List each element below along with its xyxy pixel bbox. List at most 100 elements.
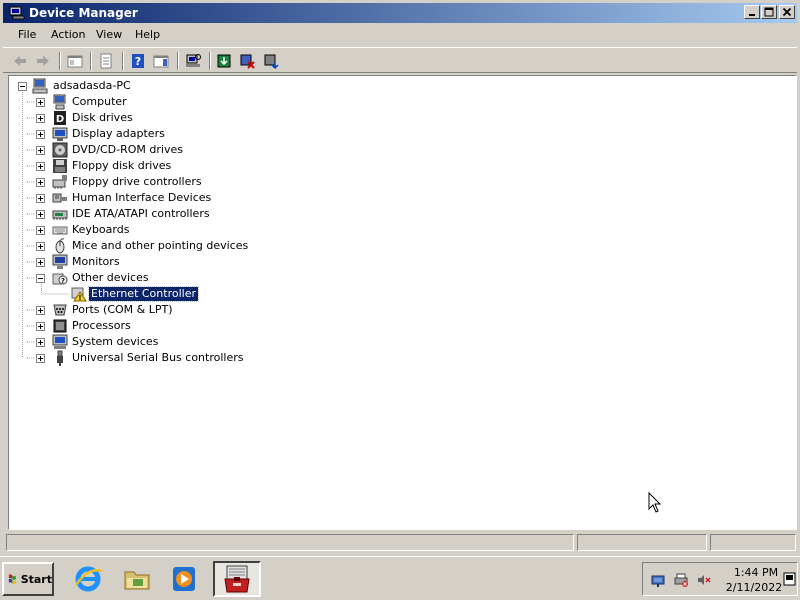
properties-button[interactable] xyxy=(96,52,116,70)
status-bar xyxy=(3,532,797,552)
windows-logo-icon xyxy=(8,574,16,585)
tree-node[interactable]: Processors xyxy=(9,318,309,334)
tree-node-label: Human Interface Devices xyxy=(72,191,212,204)
tree-node-label: Other devices xyxy=(72,271,149,284)
tree-node-label: Universal Serial Bus controllers xyxy=(72,351,244,364)
expand-icon[interactable] xyxy=(36,210,45,219)
expand-icon[interactable] xyxy=(36,98,45,107)
action-pane-button[interactable] xyxy=(151,52,171,70)
tree-node[interactable]: Floppy disk drives xyxy=(9,158,309,174)
expand-icon[interactable] xyxy=(36,114,45,123)
tree-root-node[interactable]: adsadasda-PC xyxy=(9,78,209,94)
tree-node[interactable]: Computer xyxy=(9,94,309,110)
collapse-icon[interactable] xyxy=(36,274,45,283)
tree-node[interactable]: D Disk drives xyxy=(9,110,309,126)
tree-node[interactable]: Ports (COM & LPT) xyxy=(9,302,309,318)
status-pane-secondary xyxy=(577,534,707,551)
menu-help[interactable]: Help xyxy=(135,28,160,42)
help-button[interactable]: ? xyxy=(128,52,148,70)
expand-icon[interactable] xyxy=(36,162,45,171)
maximize-icon xyxy=(764,7,774,17)
expand-icon[interactable] xyxy=(36,338,45,347)
close-icon xyxy=(782,7,792,17)
show-hide-console-tree-button[interactable] xyxy=(65,52,85,70)
show-desktop-icon[interactable] xyxy=(783,571,797,587)
expand-icon[interactable] xyxy=(36,194,45,203)
forward-button[interactable] xyxy=(33,52,53,70)
display-adapter-icon xyxy=(52,127,68,141)
media-player-icon xyxy=(173,567,195,591)
clock-time[interactable]: 1:44 PM xyxy=(726,566,786,579)
help-icon: ? xyxy=(132,54,144,68)
hid-icon xyxy=(52,193,67,203)
pinned-internet-explorer[interactable] xyxy=(68,561,108,597)
volume-muted-icon[interactable] xyxy=(696,572,712,588)
monitor-icon xyxy=(52,254,68,269)
tree-node[interactable]: IDE ATA/ATAPI controllers xyxy=(9,206,309,222)
forward-icon xyxy=(37,56,49,66)
update-driver-button[interactable] xyxy=(214,52,234,70)
tree-node[interactable]: ? Other devices xyxy=(9,270,309,286)
pinned-media-player[interactable] xyxy=(164,561,204,597)
expand-icon[interactable] xyxy=(36,146,45,155)
action-pane-icon xyxy=(153,55,169,68)
tree-node[interactable]: System devices xyxy=(9,334,309,350)
tree-node[interactable]: DVD/CD-ROM drives xyxy=(9,142,309,158)
tree-child-node[interactable]: ! Ethernet Controller xyxy=(9,286,309,302)
menu-action[interactable]: Action xyxy=(51,28,85,42)
start-button[interactable]: Start xyxy=(2,562,54,596)
tree-node[interactable]: Human Interface Devices xyxy=(9,190,309,206)
tree-node-label: IDE ATA/ATAPI controllers xyxy=(72,207,210,220)
expand-icon[interactable] xyxy=(36,322,45,331)
scan-hardware-icon xyxy=(186,54,201,67)
tree-node-label: Display adapters xyxy=(72,127,165,140)
disable-button[interactable] xyxy=(261,52,281,70)
uninstall-button[interactable] xyxy=(237,52,257,70)
back-button[interactable] xyxy=(10,52,30,70)
computer-icon xyxy=(32,78,48,94)
expand-icon[interactable] xyxy=(36,178,45,187)
printer-icon[interactable] xyxy=(673,572,689,588)
expand-icon[interactable] xyxy=(36,130,45,139)
clock-date[interactable]: 2/11/2022 xyxy=(723,581,785,594)
taskbar: Start 1:44 PM 2/11/2022 xyxy=(0,556,800,600)
pinned-server-manager[interactable] xyxy=(213,561,261,597)
expand-icon[interactable] xyxy=(36,258,45,267)
menu-file[interactable]: File xyxy=(18,28,36,42)
network-icon[interactable] xyxy=(650,572,666,588)
tree-node[interactable]: Universal Serial Bus controllers xyxy=(9,350,309,366)
tree-node[interactable]: Display adapters xyxy=(9,126,309,142)
ide-controller-icon xyxy=(52,210,68,220)
tree-node-label: Processors xyxy=(72,319,131,332)
expand-icon[interactable] xyxy=(36,306,45,315)
tree-node[interactable]: Mice and other pointing devices xyxy=(9,238,309,254)
title-bar[interactable]: Device Manager xyxy=(3,3,797,23)
status-pane-main xyxy=(6,534,574,551)
keyboard-icon xyxy=(52,226,68,235)
tree-node[interactable]: Monitors xyxy=(9,254,309,270)
close-button[interactable] xyxy=(779,5,795,19)
port-icon xyxy=(53,304,67,316)
floppy-disk-icon xyxy=(53,159,67,173)
maximize-button[interactable] xyxy=(761,5,777,19)
collapse-icon[interactable] xyxy=(18,82,27,91)
disable-icon xyxy=(264,54,279,69)
device-tree[interactable]: adsadasda-PC Computer D Disk drives Display… xyxy=(8,75,797,530)
tree-node[interactable]: Floppy drive controllers xyxy=(9,174,309,190)
expand-icon[interactable] xyxy=(36,354,45,363)
minimize-button[interactable] xyxy=(744,5,760,19)
tree-node-label: Disk drives xyxy=(72,111,133,124)
scan-hardware-button[interactable] xyxy=(183,52,203,70)
tree-root-label: adsadasda-PC xyxy=(53,79,131,92)
pinned-windows-explorer[interactable] xyxy=(117,561,157,597)
uninstall-icon xyxy=(240,54,255,69)
tree-node[interactable]: Keyboards xyxy=(9,222,309,238)
tree-node-label-selected: Ethernet Controller xyxy=(88,286,199,302)
start-label: Start xyxy=(20,572,52,586)
menu-view[interactable]: View xyxy=(96,28,122,42)
computer-icon xyxy=(53,94,66,110)
expand-icon[interactable] xyxy=(36,242,45,251)
dvd-icon xyxy=(52,142,68,158)
tree-node-label: Computer xyxy=(72,95,127,108)
expand-icon[interactable] xyxy=(36,226,45,235)
